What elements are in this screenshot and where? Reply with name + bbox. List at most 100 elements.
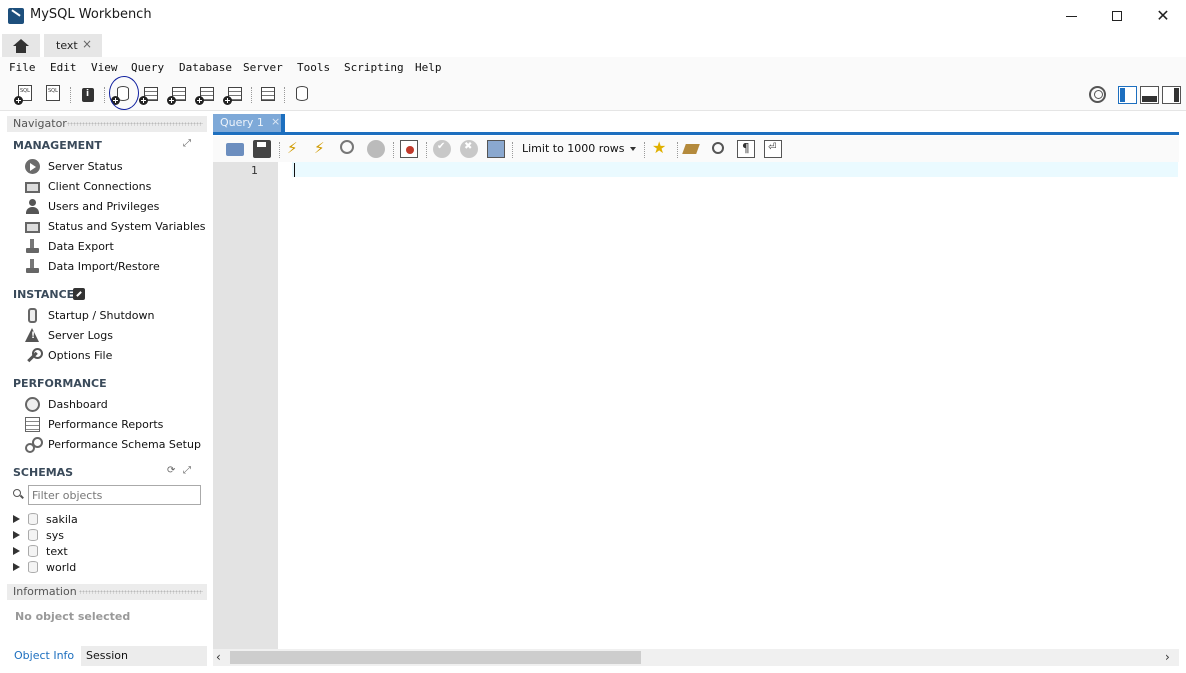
search-table-data-button[interactable] bbox=[256, 84, 278, 106]
instance-section-title: INSTANCE bbox=[13, 288, 75, 301]
title-bar: MySQL Workbench ✕ bbox=[0, 0, 1186, 32]
menu-database[interactable]: Database bbox=[179, 61, 232, 74]
nav-startup-shutdown[interactable]: Startup / Shutdown bbox=[25, 306, 154, 324]
connection-tab-close-icon[interactable]: × bbox=[82, 37, 92, 51]
toolbar-separator bbox=[426, 142, 427, 158]
nav-users-and-privileges[interactable]: Users and Privileges bbox=[25, 197, 159, 215]
menu-view[interactable]: View bbox=[91, 61, 118, 74]
add-snippet-button[interactable] bbox=[651, 138, 669, 158]
nav-server-logs[interactable]: Server Logs bbox=[25, 326, 113, 344]
nav-options-file[interactable]: Options File bbox=[25, 346, 112, 364]
expand-arrow-icon[interactable] bbox=[13, 547, 20, 555]
menu-edit[interactable]: Edit bbox=[50, 61, 77, 74]
execute-current-statement-button[interactable] bbox=[313, 139, 331, 158]
minimize-button[interactable] bbox=[1048, 0, 1094, 32]
nav-item-label: Data Import/Restore bbox=[48, 259, 160, 273]
inspector-button[interactable] bbox=[76, 84, 98, 106]
menu-tools[interactable]: Tools bbox=[297, 61, 330, 74]
menu-server[interactable]: Server bbox=[243, 61, 283, 74]
text-caret bbox=[294, 163, 295, 177]
reports-icon bbox=[25, 416, 40, 432]
plus-icon bbox=[223, 96, 232, 105]
limit-rows-select[interactable]: Limit to 1000 rows bbox=[518, 139, 640, 159]
toolbar-separator bbox=[251, 87, 252, 103]
menu-scripting[interactable]: Scripting bbox=[344, 61, 404, 74]
invisible-chars-toggle[interactable] bbox=[737, 140, 755, 158]
tab-session[interactable]: Session bbox=[79, 646, 135, 666]
nav-data-export[interactable]: Data Export bbox=[25, 237, 114, 255]
refresh-icon[interactable]: ⟳ bbox=[167, 465, 175, 476]
home-tab[interactable] bbox=[2, 34, 40, 57]
menu-file[interactable]: File bbox=[9, 61, 36, 74]
schema-label: sakila bbox=[46, 512, 78, 526]
toggle-secondary-sidebar-button[interactable] bbox=[1162, 86, 1181, 104]
rollback-button[interactable] bbox=[460, 140, 478, 158]
nav-server-status[interactable]: Server Status bbox=[25, 157, 123, 175]
open-sql-script-button[interactable] bbox=[42, 84, 64, 106]
toolbar-separator bbox=[279, 142, 280, 158]
scroll-right-icon[interactable]: › bbox=[1165, 650, 1170, 664]
execute-all-button[interactable] bbox=[286, 139, 304, 158]
menu-bar: File Edit View Query Database Server Too… bbox=[0, 57, 1186, 79]
horizontal-scrollbar[interactable]: ‹ › bbox=[213, 649, 1179, 666]
commit-button[interactable] bbox=[433, 140, 451, 158]
nav-client-connections[interactable]: Client Connections bbox=[25, 177, 151, 195]
stop-execution-button[interactable] bbox=[367, 140, 385, 158]
nav-performance-schema-setup[interactable]: Performance Schema Setup bbox=[25, 435, 201, 453]
nav-item-label: Options File bbox=[48, 348, 113, 362]
preferences-icon[interactable] bbox=[1089, 86, 1106, 103]
annotation-circle bbox=[109, 76, 139, 110]
open-file-button[interactable] bbox=[226, 143, 244, 156]
reconnect-button[interactable] bbox=[290, 84, 312, 106]
schema-item-sakila[interactable]: sakila bbox=[13, 511, 78, 527]
expand-arrow-icon[interactable] bbox=[13, 563, 20, 571]
menu-query[interactable]: Query bbox=[131, 61, 164, 74]
search-table-icon bbox=[261, 87, 275, 101]
tab-object-info[interactable]: Object Info bbox=[7, 646, 82, 666]
maximize-button[interactable] bbox=[1094, 0, 1140, 32]
filter-objects-input[interactable] bbox=[28, 485, 201, 505]
expand-arrow-icon[interactable] bbox=[13, 515, 20, 523]
schema-item-text[interactable]: text bbox=[13, 543, 68, 559]
connection-tab[interactable]: text × bbox=[44, 34, 102, 57]
toolbar-separator bbox=[512, 142, 513, 158]
nav-dashboard[interactable]: Dashboard bbox=[25, 395, 108, 413]
find-replace-button[interactable] bbox=[712, 142, 724, 154]
stop-on-error-toggle[interactable] bbox=[400, 140, 418, 158]
new-sql-tab-button[interactable] bbox=[14, 84, 36, 106]
query-tab[interactable]: Query 1 × bbox=[213, 114, 285, 132]
toolbar-separator bbox=[70, 87, 71, 103]
menu-help[interactable]: Help bbox=[415, 61, 442, 74]
query-tab-close-icon[interactable]: × bbox=[271, 115, 280, 128]
create-procedure-button[interactable] bbox=[195, 84, 217, 106]
database-icon bbox=[28, 545, 38, 557]
expand-icon[interactable]: ⤢ bbox=[183, 465, 191, 476]
schema-item-sys[interactable]: sys bbox=[13, 527, 64, 543]
create-function-button[interactable] bbox=[223, 84, 245, 106]
word-wrap-toggle[interactable] bbox=[764, 140, 782, 158]
nav-performance-reports[interactable]: Performance Reports bbox=[25, 415, 163, 433]
schema-item-world[interactable]: world bbox=[13, 559, 76, 575]
scrollbar-thumb[interactable] bbox=[230, 651, 641, 664]
explain-button[interactable] bbox=[340, 140, 354, 154]
sql-editor[interactable] bbox=[278, 162, 1178, 649]
beautify-button[interactable] bbox=[682, 144, 700, 154]
home-icon bbox=[13, 38, 29, 53]
autocommit-toggle[interactable] bbox=[487, 140, 505, 158]
expand-icon[interactable]: ⤢ bbox=[183, 138, 191, 149]
create-table-button[interactable] bbox=[139, 84, 161, 106]
expand-arrow-icon[interactable] bbox=[13, 531, 20, 539]
create-view-button[interactable] bbox=[167, 84, 189, 106]
close-window-button[interactable]: ✕ bbox=[1140, 0, 1186, 32]
plus-icon bbox=[139, 96, 148, 105]
schema-label: sys bbox=[46, 528, 64, 542]
toggle-sidebar-button[interactable] bbox=[1118, 86, 1137, 104]
plus-icon bbox=[195, 96, 204, 105]
nav-status-and-system-variables[interactable]: Status and System Variables bbox=[25, 217, 206, 235]
scroll-left-icon[interactable]: ‹ bbox=[216, 650, 221, 664]
toggle-output-panel-button[interactable] bbox=[1140, 86, 1159, 104]
main-toolbar bbox=[0, 79, 1186, 111]
nav-item-label: Server Status bbox=[48, 159, 123, 173]
save-script-button[interactable] bbox=[253, 140, 271, 158]
nav-data-import-restore[interactable]: Data Import/Restore bbox=[25, 257, 160, 275]
